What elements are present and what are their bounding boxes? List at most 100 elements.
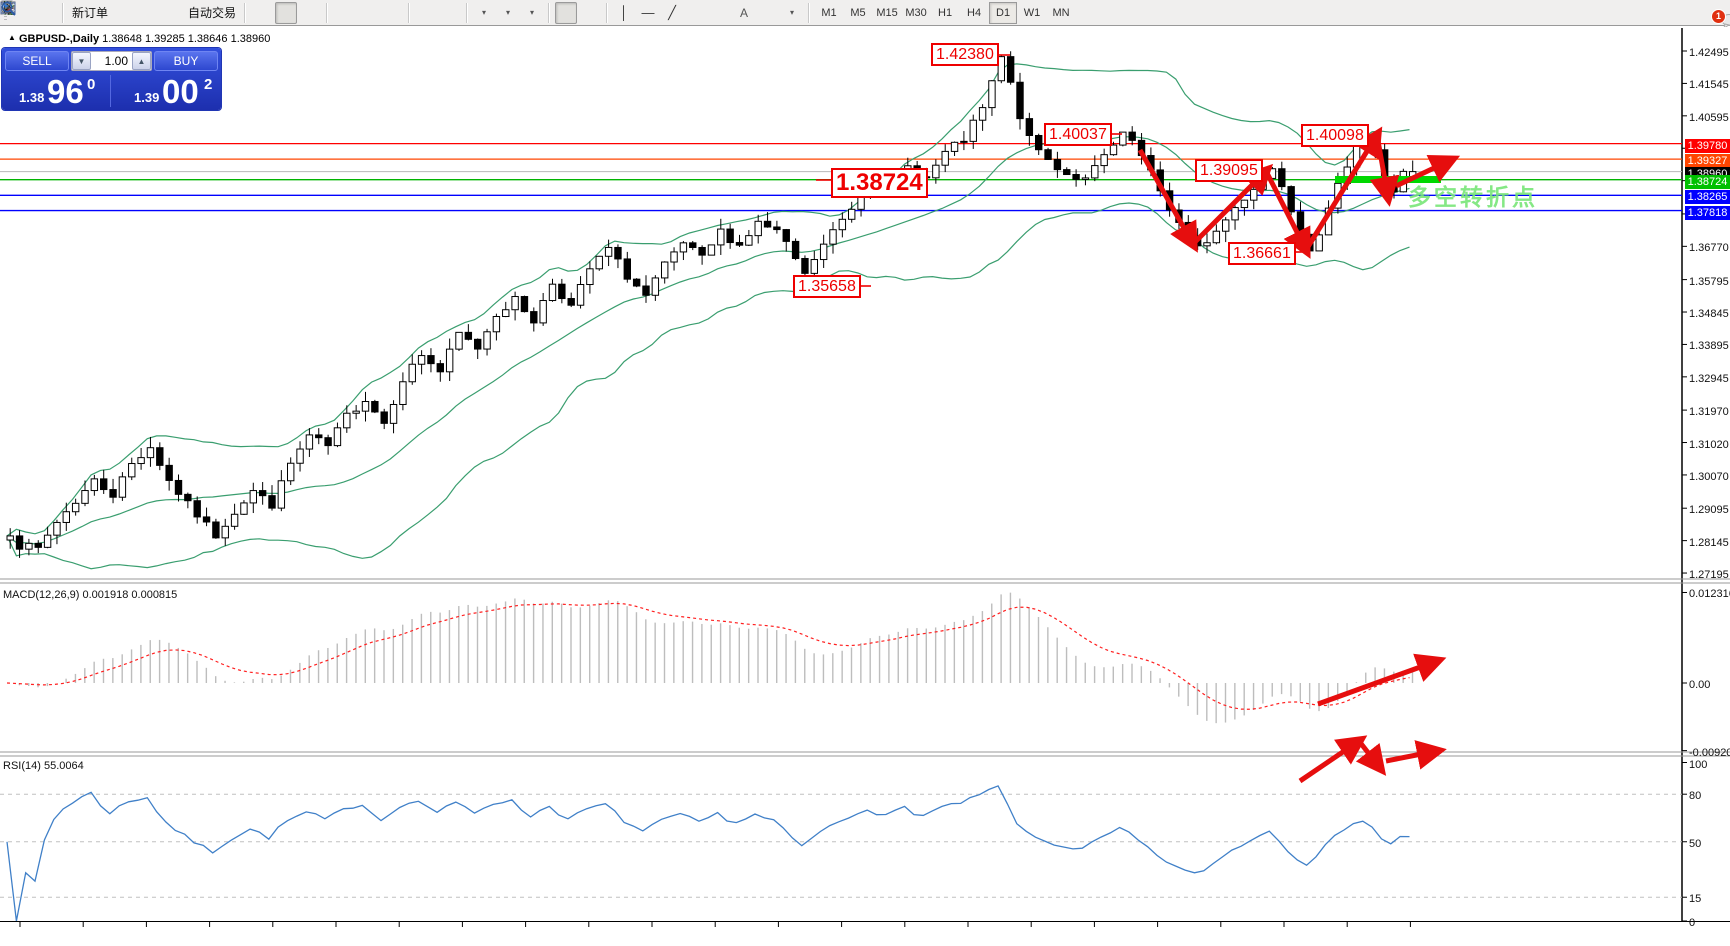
- cursor-tool-button[interactable]: [555, 2, 577, 24]
- price-tick-1.35795: 1.35795: [1689, 276, 1729, 288]
- rsi-label: RSI(14) 55.0064: [3, 760, 84, 772]
- timeframe-H4[interactable]: H4: [960, 2, 988, 24]
- text-icon: A: [740, 7, 748, 19]
- volume-box: ▼ 1.00 ▲: [71, 51, 152, 71]
- macd-tick--0.009201: -0.009201: [1689, 747, 1730, 759]
- application-window: 新订单 自动交易: [0, 0, 1730, 946]
- auto-scroll-button[interactable]: [415, 2, 437, 24]
- timeframe-M1[interactable]: M1: [815, 2, 843, 24]
- date-label: 8 Feb 2021: [877, 928, 933, 940]
- indicators-button[interactable]: ▾: [473, 2, 495, 24]
- signals-button[interactable]: [161, 2, 183, 24]
- candlestick-chart-button[interactable]: [275, 2, 297, 24]
- trendline-tool[interactable]: ╱: [661, 2, 683, 24]
- chart-window[interactable]: ▲ GBPUSD-,Daily 1.38648 1.39285 1.38646 …: [0, 27, 1730, 946]
- horizontal-line-icon: —: [642, 6, 655, 19]
- notification-badge: 1: [1711, 9, 1726, 24]
- tile-windows-button[interactable]: [381, 2, 403, 24]
- price-annotation-1.40037[interactable]: 1.40037: [1044, 123, 1112, 146]
- arrows-tool[interactable]: ▾: [781, 2, 803, 24]
- buy-button[interactable]: BUY: [154, 51, 218, 71]
- volume-value[interactable]: 1.00: [91, 54, 132, 68]
- toolbar-separator: [606, 3, 608, 23]
- bar-chart-button[interactable]: [251, 2, 273, 24]
- timeframe-M15[interactable]: M15: [873, 2, 901, 24]
- symbol-ohlc-line: ▲ GBPUSD-,Daily 1.38648 1.39285 1.38646 …: [8, 33, 270, 45]
- new-order-button[interactable]: 新订单: [69, 2, 111, 24]
- price-tick-1.31970: 1.31970: [1689, 406, 1729, 418]
- volume-increase-button[interactable]: ▲: [132, 52, 151, 70]
- vertical-line-tool[interactable]: │: [613, 2, 635, 24]
- price-annotation-1.38724[interactable]: 1.38724: [831, 168, 928, 198]
- date-label: 11 Dec 2020: [495, 928, 557, 940]
- vertical-line-icon: │: [620, 6, 628, 19]
- dropdown-arrow-icon: ▾: [482, 9, 486, 17]
- rsi-tick-50: 50: [1689, 838, 1701, 850]
- text-label-tool[interactable]: T: [757, 2, 779, 24]
- zoom-out-button[interactable]: [357, 2, 379, 24]
- chart-shift-button[interactable]: [439, 2, 461, 24]
- line-chart-button[interactable]: [299, 2, 321, 24]
- crosshair-tool-button[interactable]: [579, 2, 601, 24]
- buy-price-sup: 2: [204, 76, 212, 93]
- timeframe-W1[interactable]: W1: [1018, 2, 1046, 24]
- timeframe-M5[interactable]: M5: [844, 2, 872, 24]
- volume-decrease-button[interactable]: ▼: [72, 52, 91, 70]
- styler-button[interactable]: [113, 2, 135, 24]
- price-annotation-1.35658[interactable]: 1.35658: [793, 275, 861, 298]
- sell-price-big: 96: [47, 73, 84, 111]
- price-tick-1.29095: 1.29095: [1689, 504, 1729, 516]
- price-tick-1.41545: 1.41545: [1689, 79, 1729, 91]
- price-tag-1.39780: 1.39780: [1685, 139, 1730, 153]
- date-label: 13 Nov 2020: [305, 928, 367, 940]
- toolbar-separator: [244, 3, 246, 23]
- buy-price-big: 00: [162, 73, 199, 111]
- date-label: 17 Mar 2021: [1127, 928, 1189, 940]
- price-annotation-1.36661[interactable]: 1.36661: [1228, 242, 1296, 265]
- timeframe-H1[interactable]: H1: [931, 2, 959, 24]
- price-tick-1.34845: 1.34845: [1689, 308, 1729, 320]
- date-label: 4 Nov 2020: [245, 928, 301, 940]
- price-annotation-1.40098[interactable]: 1.40098: [1301, 124, 1369, 147]
- collapse-triangle-icon[interactable]: ▲: [8, 33, 16, 42]
- price-annotation-1.42380[interactable]: 1.42380: [931, 43, 999, 66]
- timeframe-M30[interactable]: M30: [902, 2, 930, 24]
- chinese-note-label[interactable]: 多空转折点: [1408, 178, 1538, 212]
- toolbar-separator: [466, 3, 468, 23]
- terminal-button[interactable]: [137, 2, 159, 24]
- date-label: 29 Jan 2021: [811, 928, 872, 940]
- macd-label: MACD(12,26,9) 0.001918 0.000815: [3, 589, 177, 601]
- timeframe-MN[interactable]: MN: [1047, 2, 1075, 24]
- text-tool[interactable]: A: [733, 2, 755, 24]
- symbol-title: GBPUSD-,Daily: [19, 33, 99, 45]
- price-tick-1.33895: 1.33895: [1689, 340, 1729, 352]
- auto-trading-label: 自动交易: [188, 4, 236, 21]
- channel-tool[interactable]: E: [685, 2, 707, 24]
- zoom-in-button[interactable]: [333, 2, 355, 24]
- rsi-tick-100: 100: [1689, 759, 1707, 771]
- templates-button[interactable]: ▾: [521, 2, 543, 24]
- toolbar: 新订单 自动交易: [0, 0, 1730, 26]
- price-divider: [110, 75, 111, 107]
- timeframe-bar: M1M5M15M30H1H4D1W1MN: [815, 2, 1075, 24]
- search-icon[interactable]: [0, 0, 18, 18]
- rsi-tick-15: 15: [1689, 893, 1701, 905]
- auto-trading-button[interactable]: 自动交易: [185, 2, 239, 24]
- profile-window-button[interactable]: [35, 2, 57, 24]
- date-label: 26 Mar 2021: [1190, 928, 1252, 940]
- date-label: 2 Dec 2020: [434, 928, 490, 940]
- horizontal-line-tool[interactable]: —: [637, 2, 659, 24]
- periods-button[interactable]: ▾: [497, 2, 519, 24]
- sell-price[interactable]: 1.38 96 0: [3, 73, 111, 109]
- date-label: 21 Dec 2020: [558, 928, 620, 940]
- fibonacci-tool[interactable]: F: [709, 2, 731, 24]
- date-label: 11 Jan 2021: [685, 928, 745, 940]
- sell-price-sup: 0: [87, 76, 95, 93]
- timeframe-D1[interactable]: D1: [989, 2, 1017, 24]
- buy-price[interactable]: 1.39 00 2: [112, 73, 220, 109]
- macd-tick-0.012316: 0.012316: [1689, 588, 1730, 600]
- sell-button[interactable]: SELL: [5, 51, 69, 71]
- price-annotation-1.39095[interactable]: 1.39095: [1195, 159, 1263, 182]
- date-label: 15 Apr 2021: [1318, 928, 1377, 940]
- toolbar-separator: [548, 3, 550, 23]
